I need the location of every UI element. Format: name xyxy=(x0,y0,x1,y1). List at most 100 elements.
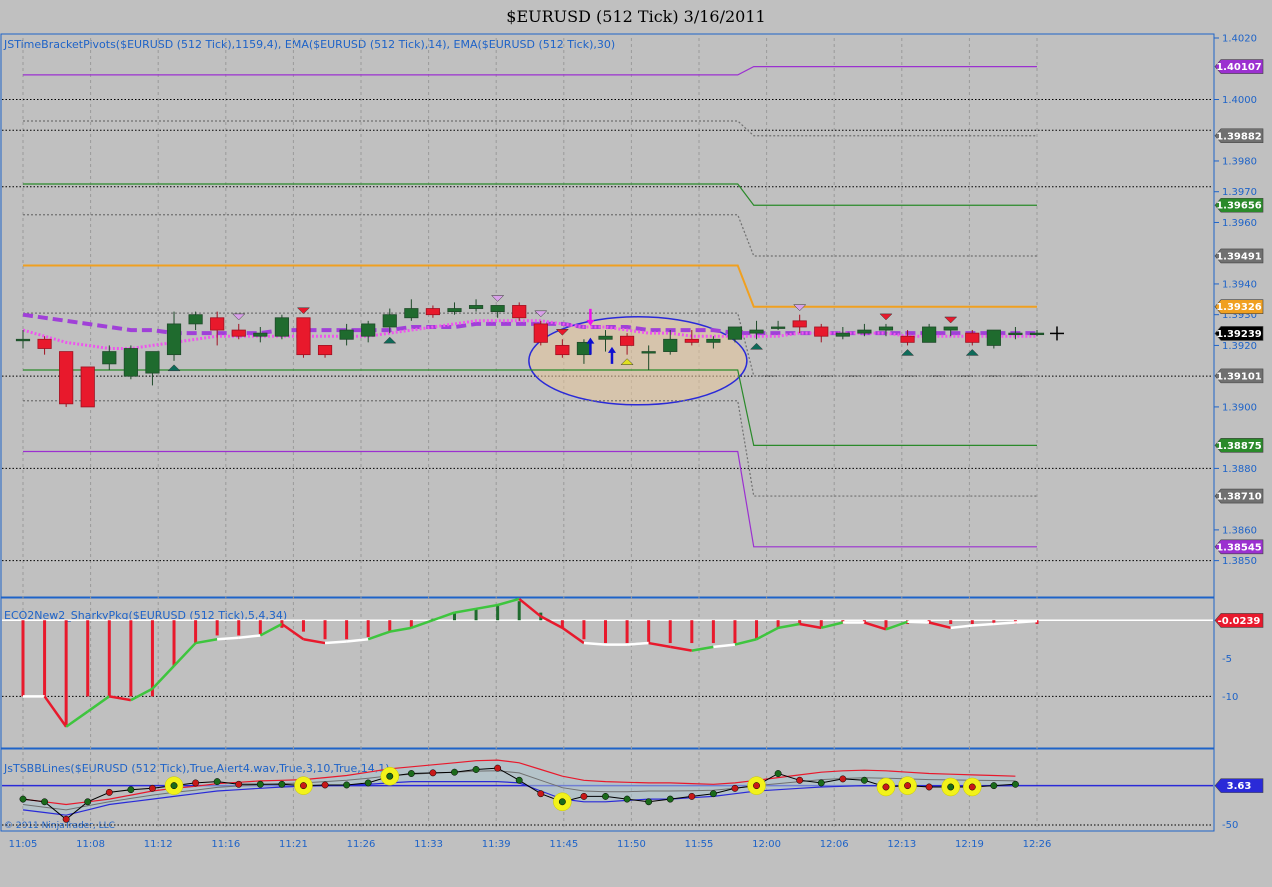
band-dot xyxy=(580,792,588,800)
candle-body xyxy=(59,351,74,405)
band-dot xyxy=(472,766,480,773)
band-dot xyxy=(429,769,437,777)
band-dot xyxy=(817,779,825,787)
candle-body xyxy=(1008,332,1023,336)
band-dot xyxy=(451,768,458,776)
band-dot xyxy=(321,781,329,789)
band-dot xyxy=(170,782,178,790)
candle-body xyxy=(490,305,505,313)
candle-body xyxy=(296,317,311,356)
candle-body xyxy=(1029,332,1045,336)
band-dot xyxy=(386,772,394,780)
y-tick-label: 1.3960 xyxy=(1222,218,1257,229)
band-dot xyxy=(688,792,696,800)
y-tick-label: 1.3900 xyxy=(1222,402,1257,413)
band-dot xyxy=(666,795,674,803)
band-dot xyxy=(990,782,998,790)
candle-body xyxy=(965,332,980,343)
price-tag: 1.38710 xyxy=(1216,492,1262,503)
band-value-tag: 3.63 xyxy=(1227,781,1252,792)
candle-body xyxy=(425,308,441,316)
x-tick-label: 11:50 xyxy=(617,839,646,850)
candle-body xyxy=(231,329,246,337)
osc-signal-segment xyxy=(626,641,649,646)
osc-signal-segment xyxy=(972,622,994,627)
osc-signal-segment xyxy=(907,620,930,624)
band-dot xyxy=(645,798,653,806)
y-tick-label: 1.3940 xyxy=(1222,279,1257,290)
band-dot xyxy=(968,783,976,791)
price-tag: 1.39326 xyxy=(1216,302,1262,313)
band-dot xyxy=(623,795,631,803)
osc-tick-label: -10 xyxy=(1222,692,1238,703)
candle-body xyxy=(555,345,570,356)
candle-body xyxy=(166,323,182,356)
price-tag: 1.39491 xyxy=(1216,251,1262,262)
candle-body xyxy=(80,366,95,408)
x-tick-label: 11:05 xyxy=(9,839,38,850)
band-dot xyxy=(709,790,717,798)
candle-body xyxy=(15,338,31,342)
band-dot xyxy=(839,775,847,783)
candle-body xyxy=(37,338,52,349)
y-tick-label: 1.3880 xyxy=(1222,464,1257,475)
candle-body xyxy=(663,338,678,352)
price-tag: 1.39101 xyxy=(1216,371,1262,382)
x-tick-label: 11:45 xyxy=(549,839,578,850)
x-tick-label: 12:06 xyxy=(820,839,849,850)
osc-signal-segment xyxy=(1015,619,1038,624)
candle-body xyxy=(900,335,915,343)
candle-body xyxy=(749,329,764,334)
x-tick-label: 11:39 xyxy=(482,839,511,850)
osc-signal-segment xyxy=(993,621,1016,626)
y-tick-label: 1.3980 xyxy=(1222,156,1257,167)
x-tick-label: 11:55 xyxy=(685,839,714,850)
candle-body xyxy=(274,317,289,337)
band-dot xyxy=(515,776,523,784)
candle-body xyxy=(684,338,699,343)
band-dot xyxy=(278,780,286,788)
x-tick-label: 11:08 xyxy=(76,839,105,850)
candle-body xyxy=(835,332,850,337)
osc-value-tag: -0.0239 xyxy=(1218,616,1261,627)
band-dot xyxy=(537,790,545,798)
osc-tick-label: -5 xyxy=(1222,654,1232,665)
candle-body xyxy=(706,338,721,343)
candle-body xyxy=(619,335,635,346)
candle-body xyxy=(814,326,829,337)
band-dot xyxy=(105,788,113,796)
band-dot xyxy=(19,795,27,803)
candle-body xyxy=(857,329,872,334)
candle-body xyxy=(447,308,462,313)
band-dot xyxy=(882,783,890,791)
band-dot xyxy=(947,783,955,791)
band-dot xyxy=(300,782,307,790)
band-dot xyxy=(407,770,415,777)
price-tag: 1.39239 xyxy=(1216,329,1262,340)
candle-body xyxy=(339,329,354,340)
candle-body xyxy=(188,314,203,325)
y-tick-label: 1.4000 xyxy=(1222,95,1257,106)
price-tag: 1.40107 xyxy=(1216,62,1262,73)
price-tag: 1.39882 xyxy=(1216,131,1262,142)
x-tick-label: 12:00 xyxy=(752,839,781,850)
band-dot xyxy=(84,798,92,806)
y-tick-label: 1.4020 xyxy=(1222,34,1257,45)
candle-body xyxy=(598,335,613,340)
x-tick-label: 11:12 xyxy=(144,839,173,850)
price-tag: 1.38545 xyxy=(1216,542,1262,553)
candle-body xyxy=(576,341,592,356)
y-tick-label: 1.3970 xyxy=(1222,187,1257,198)
band-dot xyxy=(796,776,804,784)
osc-signal-segment xyxy=(324,640,347,645)
x-tick-label: 11:26 xyxy=(347,839,376,850)
candle-body xyxy=(382,314,397,328)
candle-body xyxy=(123,348,138,377)
candle-body xyxy=(102,351,117,365)
band-dot xyxy=(256,780,264,788)
y-tick-label: 1.3850 xyxy=(1222,556,1257,567)
band-dot xyxy=(213,778,221,786)
x-tick-label: 12:19 xyxy=(955,839,984,850)
copyright-text: © 2011 NinjaTrader, LLC xyxy=(4,821,115,831)
chart-title: $EURUSD (512 Tick) 3/16/2011 xyxy=(506,7,765,26)
